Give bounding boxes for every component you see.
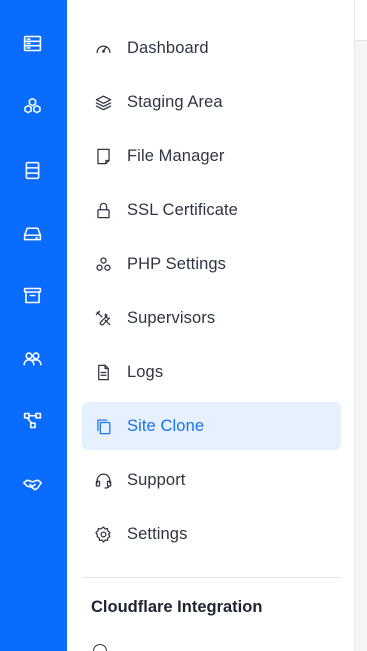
sidebar-item-php-settings[interactable]: PHP Settings [82,240,341,288]
sidebar-item-label: Site Clone [127,416,205,435]
sidebar-item-label: Logs [127,362,164,381]
sidebar-item-logs[interactable]: Logs [82,348,341,396]
sidebar-panel: Dashboard Staging Area File Manager SSL … [67,0,355,651]
sidebar-item-support[interactable]: Support [82,456,341,504]
sidebar-item-file-manager[interactable]: File Manager [82,132,341,180]
sidebar-item-label: Support [127,470,186,489]
divider [82,577,341,578]
copy-icon [92,415,114,437]
sidebar-item-label: Dashboard [127,38,209,57]
archive-icon[interactable] [13,276,51,314]
sidebar-item-staging-area[interactable]: Staging Area [82,78,341,126]
server-icon[interactable] [13,24,51,62]
users-icon[interactable] [13,339,51,377]
sidebar-item-label: Settings [127,524,188,543]
handshake-icon[interactable] [13,465,51,503]
document-icon [92,361,114,383]
database-icon[interactable] [13,151,51,189]
gear-icon [92,523,114,545]
cloud-icon [93,644,107,651]
sidebar-item-label: SSL Certificate [127,200,238,219]
sidebar-item-label: Supervisors [127,308,216,327]
gauge-icon [92,37,114,59]
sidebar-item-label: PHP Settings [127,254,227,273]
tools-icon [92,307,114,329]
sidebar-item-ssl-certificate[interactable]: SSL Certificate [82,186,341,234]
icon-rail [0,0,67,651]
sidebar-item-supervisors[interactable]: Supervisors [82,294,341,342]
sidebar-item-settings[interactable]: Settings [82,510,341,558]
apps-icon[interactable] [13,87,51,125]
section-title: Cloudflare Integration [91,598,263,616]
layers-icon [92,91,114,113]
sidebar-item-site-clone[interactable]: Site Clone [82,402,341,450]
sidebar-item-dashboard[interactable]: Dashboard [82,24,341,72]
main-content [355,0,367,651]
headset-icon [92,469,114,491]
lock-icon [92,199,114,221]
sidebar-item-label: File Manager [127,146,225,165]
sidebar-item-label: Staging Area [127,92,223,111]
top-bar [355,0,367,41]
drive-icon[interactable] [13,214,51,252]
file-icon [92,145,114,167]
network-icon[interactable] [13,401,51,439]
cubes-icon [92,253,114,275]
